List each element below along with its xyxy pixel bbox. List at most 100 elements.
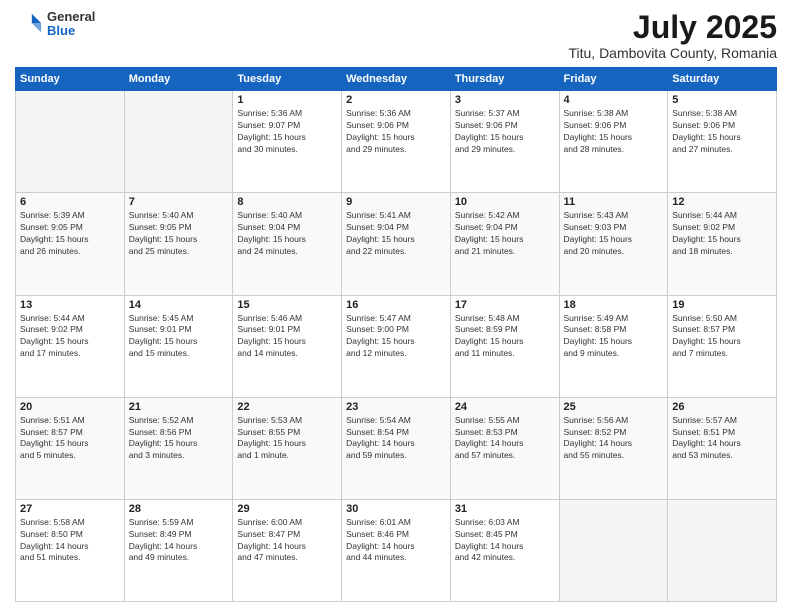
day-info: Sunrise: 5:43 AM Sunset: 9:03 PM Dayligh…	[564, 210, 664, 258]
day-number: 28	[129, 503, 229, 515]
day-info: Sunrise: 5:56 AM Sunset: 8:52 PM Dayligh…	[564, 415, 664, 463]
calendar-cell: 28 Sunrise: 5:59 AM Sunset: 8:49 PM Dayli…	[124, 499, 233, 601]
day-info: Sunrise: 5:45 AM Sunset: 9:01 PM Dayligh…	[129, 313, 229, 361]
day-number: 30	[346, 503, 446, 515]
calendar-cell: 10 Sunrise: 5:42 AM Sunset: 9:04 PM Dayli…	[450, 193, 559, 295]
calendar-cell: 26 Sunrise: 5:57 AM Sunset: 8:51 PM Dayli…	[668, 397, 777, 499]
day-number: 10	[455, 196, 555, 208]
calendar-header-monday: Monday	[124, 68, 233, 91]
day-info: Sunrise: 5:44 AM Sunset: 9:02 PM Dayligh…	[672, 210, 772, 258]
calendar-header-tuesday: Tuesday	[233, 68, 342, 91]
calendar-header-thursday: Thursday	[450, 68, 559, 91]
day-number: 22	[237, 401, 337, 413]
header: General Blue July 2025 Titu, Dambovita C…	[15, 10, 777, 61]
calendar-week-1: 1 Sunrise: 5:36 AM Sunset: 9:07 PM Daylig…	[16, 91, 777, 193]
calendar-cell: 12 Sunrise: 5:44 AM Sunset: 9:02 PM Dayli…	[668, 193, 777, 295]
day-number: 31	[455, 503, 555, 515]
day-number: 14	[129, 299, 229, 311]
calendar-cell: 13Sunrise: 5:44 AM Sunset: 9:02 PM Dayli…	[16, 295, 125, 397]
calendar-week-5: 27 Sunrise: 5:58 AM Sunset: 8:50 PM Dayli…	[16, 499, 777, 601]
calendar-cell: 3 Sunrise: 5:37 AM Sunset: 9:06 PM Daylig…	[450, 91, 559, 193]
calendar-header-friday: Friday	[559, 68, 668, 91]
day-info: Sunrise: 5:48 AM Sunset: 8:59 PM Dayligh…	[455, 313, 555, 361]
calendar-cell: 24 Sunrise: 5:55 AM Sunset: 8:53 PM Dayli…	[450, 397, 559, 499]
day-number: 19	[672, 299, 772, 311]
calendar-cell: 4 Sunrise: 5:38 AM Sunset: 9:06 PM Daylig…	[559, 91, 668, 193]
main-title: July 2025	[568, 10, 777, 45]
day-number: 1	[237, 94, 337, 106]
day-info: Sunrise: 6:01 AM Sunset: 8:46 PM Dayligh…	[346, 517, 446, 565]
logo-general-text: General	[47, 10, 95, 24]
calendar-cell	[559, 499, 668, 601]
day-number: 4	[564, 94, 664, 106]
day-info: Sunrise: 5:44 AM Sunset: 9:02 PM Dayligh…	[20, 313, 120, 361]
day-number: 2	[346, 94, 446, 106]
day-number: 9	[346, 196, 446, 208]
day-number: 20	[20, 401, 120, 413]
day-info: Sunrise: 5:39 AM Sunset: 9:05 PM Dayligh…	[20, 210, 120, 258]
calendar-week-4: 20 Sunrise: 5:51 AM Sunset: 8:57 PM Dayli…	[16, 397, 777, 499]
day-info: Sunrise: 5:36 AM Sunset: 9:06 PM Dayligh…	[346, 108, 446, 156]
day-info: Sunrise: 5:55 AM Sunset: 8:53 PM Dayligh…	[455, 415, 555, 463]
calendar-cell: 21Sunrise: 5:52 AM Sunset: 8:56 PM Dayli…	[124, 397, 233, 499]
day-info: Sunrise: 5:40 AM Sunset: 9:05 PM Dayligh…	[129, 210, 229, 258]
calendar-cell: 16Sunrise: 5:47 AM Sunset: 9:00 PM Dayli…	[342, 295, 451, 397]
calendar-cell: 9 Sunrise: 5:41 AM Sunset: 9:04 PM Daylig…	[342, 193, 451, 295]
day-info: Sunrise: 5:36 AM Sunset: 9:07 PM Dayligh…	[237, 108, 337, 156]
calendar-cell: 29Sunrise: 6:00 AM Sunset: 8:47 PM Dayli…	[233, 499, 342, 601]
calendar-cell: 15Sunrise: 5:46 AM Sunset: 9:01 PM Dayli…	[233, 295, 342, 397]
calendar-cell: 19 Sunrise: 5:50 AM Sunset: 8:57 PM Dayli…	[668, 295, 777, 397]
calendar-table: SundayMondayTuesdayWednesdayThursdayFrid…	[15, 67, 777, 602]
day-info: Sunrise: 5:37 AM Sunset: 9:06 PM Dayligh…	[455, 108, 555, 156]
day-number: 29	[237, 503, 337, 515]
calendar-cell: 30 Sunrise: 6:01 AM Sunset: 8:46 PM Dayli…	[342, 499, 451, 601]
calendar-week-2: 6Sunrise: 5:39 AM Sunset: 9:05 PM Daylig…	[16, 193, 777, 295]
day-info: Sunrise: 5:38 AM Sunset: 9:06 PM Dayligh…	[564, 108, 664, 156]
calendar-cell: 1 Sunrise: 5:36 AM Sunset: 9:07 PM Daylig…	[233, 91, 342, 193]
logo-blue-text: Blue	[47, 24, 95, 38]
logo-text: General Blue	[47, 10, 95, 39]
calendar-cell: 31Sunrise: 6:03 AM Sunset: 8:45 PM Dayli…	[450, 499, 559, 601]
day-number: 23	[346, 401, 446, 413]
day-info: Sunrise: 5:50 AM Sunset: 8:57 PM Dayligh…	[672, 313, 772, 361]
day-info: Sunrise: 5:58 AM Sunset: 8:50 PM Dayligh…	[20, 517, 120, 565]
day-number: 24	[455, 401, 555, 413]
calendar-cell: 11 Sunrise: 5:43 AM Sunset: 9:03 PM Dayli…	[559, 193, 668, 295]
day-number: 12	[672, 196, 772, 208]
day-info: Sunrise: 5:57 AM Sunset: 8:51 PM Dayligh…	[672, 415, 772, 463]
calendar-header-saturday: Saturday	[668, 68, 777, 91]
logo: General Blue	[15, 10, 95, 39]
calendar-cell: 14 Sunrise: 5:45 AM Sunset: 9:01 PM Dayli…	[124, 295, 233, 397]
calendar-cell	[668, 499, 777, 601]
day-number: 11	[564, 196, 664, 208]
calendar-cell: 2 Sunrise: 5:36 AM Sunset: 9:06 PM Daylig…	[342, 91, 451, 193]
calendar-cell	[16, 91, 125, 193]
day-info: Sunrise: 5:51 AM Sunset: 8:57 PM Dayligh…	[20, 415, 120, 463]
day-number: 27	[20, 503, 120, 515]
calendar-cell: 22 Sunrise: 5:53 AM Sunset: 8:55 PM Dayli…	[233, 397, 342, 499]
day-number: 25	[564, 401, 664, 413]
calendar-week-3: 13Sunrise: 5:44 AM Sunset: 9:02 PM Dayli…	[16, 295, 777, 397]
calendar-header-sunday: Sunday	[16, 68, 125, 91]
day-info: Sunrise: 5:59 AM Sunset: 8:49 PM Dayligh…	[129, 517, 229, 565]
day-info: Sunrise: 5:54 AM Sunset: 8:54 PM Dayligh…	[346, 415, 446, 463]
day-number: 15	[237, 299, 337, 311]
day-number: 8	[237, 196, 337, 208]
calendar-header-wednesday: Wednesday	[342, 68, 451, 91]
day-number: 5	[672, 94, 772, 106]
day-number: 26	[672, 401, 772, 413]
day-info: Sunrise: 5:52 AM Sunset: 8:56 PM Dayligh…	[129, 415, 229, 463]
day-number: 7	[129, 196, 229, 208]
day-number: 18	[564, 299, 664, 311]
day-info: Sunrise: 5:53 AM Sunset: 8:55 PM Dayligh…	[237, 415, 337, 463]
day-number: 17	[455, 299, 555, 311]
day-info: Sunrise: 5:40 AM Sunset: 9:04 PM Dayligh…	[237, 210, 337, 258]
day-number: 3	[455, 94, 555, 106]
day-info: Sunrise: 5:42 AM Sunset: 9:04 PM Dayligh…	[455, 210, 555, 258]
day-info: Sunrise: 5:41 AM Sunset: 9:04 PM Dayligh…	[346, 210, 446, 258]
calendar-header-row: SundayMondayTuesdayWednesdayThursdayFrid…	[16, 68, 777, 91]
calendar-cell: 23 Sunrise: 5:54 AM Sunset: 8:54 PM Dayli…	[342, 397, 451, 499]
day-info: Sunrise: 5:47 AM Sunset: 9:00 PM Dayligh…	[346, 313, 446, 361]
day-info: Sunrise: 5:38 AM Sunset: 9:06 PM Dayligh…	[672, 108, 772, 156]
page: General Blue July 2025 Titu, Dambovita C…	[0, 0, 792, 612]
